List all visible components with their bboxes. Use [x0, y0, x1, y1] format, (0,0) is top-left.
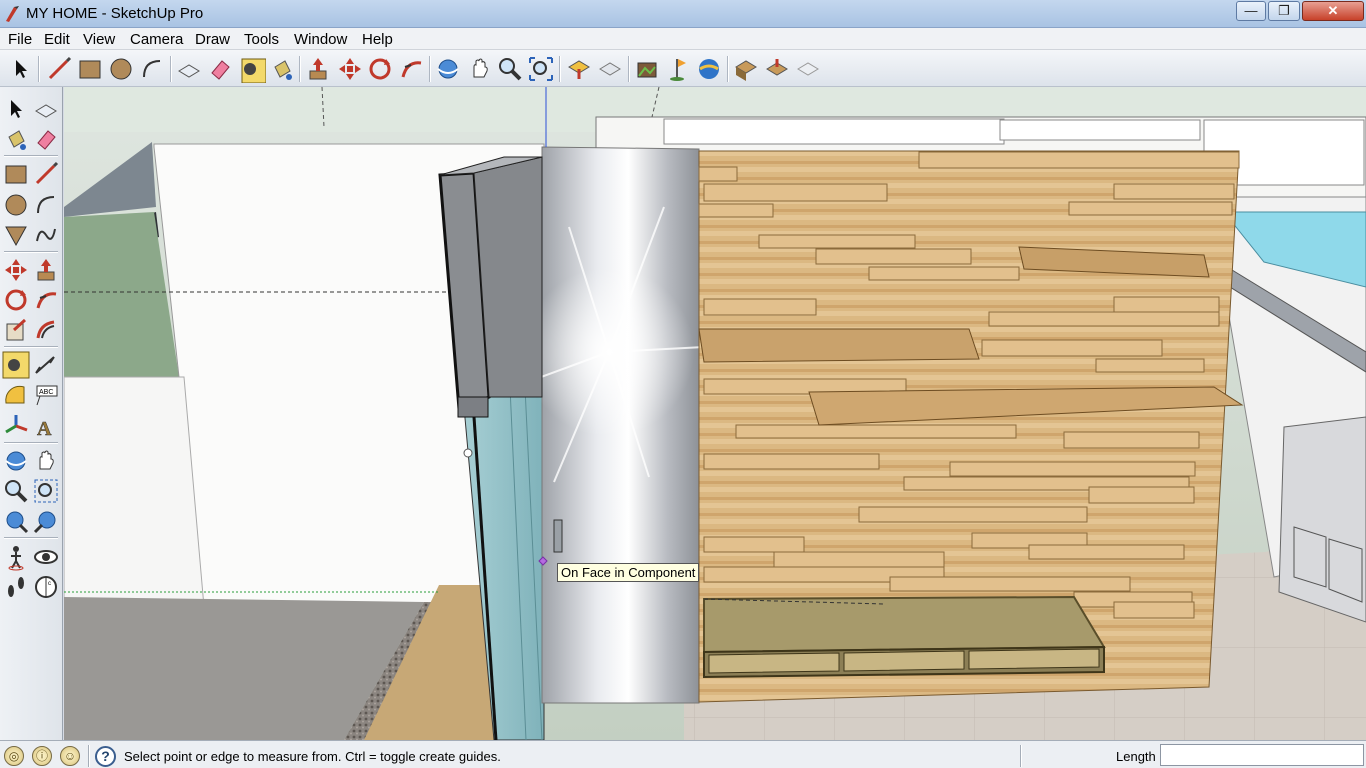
- svg-text:ABC: ABC: [39, 389, 53, 396]
- main-toolbar: [0, 50, 1366, 87]
- axes-icon[interactable]: [2, 412, 30, 440]
- tape-measure-icon[interactable]: [238, 55, 267, 84]
- rectangle-icon[interactable]: [76, 55, 104, 83]
- inference-tooltip: On Face in Component: [557, 563, 700, 582]
- select-icon[interactable]: [7, 55, 35, 83]
- line-icon[interactable]: [45, 55, 73, 83]
- menu-file[interactable]: File: [8, 31, 32, 48]
- make-component-icon[interactable]: [175, 55, 203, 83]
- 3d-text-icon[interactable]: A: [32, 412, 60, 441]
- components-icon[interactable]: [732, 55, 760, 83]
- section-plane-icon[interactable]: c: [32, 573, 60, 601]
- rotate-icon[interactable]: [2, 286, 30, 314]
- look-around-icon[interactable]: [32, 543, 60, 571]
- menu-bar: File Edit View Camera Draw Tools Window …: [0, 28, 1366, 50]
- freehand-icon[interactable]: [32, 221, 60, 249]
- eraser-icon[interactable]: [32, 125, 60, 153]
- status-message: Select point or edge to measure from. Ct…: [124, 749, 501, 764]
- rotate-icon[interactable]: [366, 55, 394, 83]
- share-model-icon[interactable]: [596, 55, 624, 83]
- offset-icon[interactable]: [32, 316, 60, 344]
- zoom-icon[interactable]: [2, 477, 30, 505]
- tape-measure-icon[interactable]: [2, 351, 30, 379]
- measurements-label: Length: [1116, 749, 1156, 764]
- push-pull-icon[interactable]: [32, 256, 60, 284]
- menu-draw[interactable]: Draw: [195, 31, 230, 48]
- zoom-window-icon[interactable]: [32, 477, 60, 505]
- menu-window[interactable]: Window: [294, 31, 347, 48]
- window-title: MY HOME - SketchUp Pro: [26, 5, 204, 22]
- position-camera-icon[interactable]: [2, 543, 30, 571]
- credits-icon[interactable]: ⓘ: [32, 746, 52, 766]
- line-icon[interactable]: [32, 160, 60, 188]
- title-bar: MY HOME - SketchUp Pro — ❐ ✕: [0, 0, 1366, 28]
- previous-view-icon[interactable]: [32, 507, 60, 535]
- zoom-icon[interactable]: [496, 55, 524, 83]
- zoom-extents-icon[interactable]: [527, 55, 555, 83]
- add-location-icon[interactable]: [664, 55, 692, 83]
- polygon-icon[interactable]: [2, 221, 30, 249]
- circle-icon[interactable]: [107, 55, 135, 83]
- rectangle-icon[interactable]: [2, 160, 30, 188]
- extension-warehouse-icon[interactable]: [794, 55, 822, 83]
- geo-location-icon[interactable]: ◎: [4, 746, 24, 766]
- pan-icon[interactable]: [32, 447, 60, 475]
- user-icon[interactable]: ☺: [60, 746, 80, 766]
- help-icon[interactable]: ?: [95, 746, 116, 767]
- move-icon[interactable]: [2, 256, 30, 284]
- eraser-icon[interactable]: [206, 55, 234, 83]
- svg-text:c: c: [48, 581, 51, 587]
- menu-tools[interactable]: Tools: [244, 31, 279, 48]
- zoom-extents-icon[interactable]: [2, 507, 30, 535]
- make-component-icon[interactable]: [32, 95, 60, 123]
- measurements-input[interactable]: [1160, 744, 1364, 766]
- modeling-viewport[interactable]: On Face in Component: [64, 87, 1366, 740]
- get-models-icon[interactable]: [565, 55, 593, 83]
- arc-icon[interactable]: [138, 55, 166, 83]
- status-bar: ◎ ⓘ ☺ ? Select point or edge to measure …: [0, 740, 1366, 768]
- walk-icon[interactable]: [2, 573, 30, 601]
- google-earth-icon[interactable]: [695, 55, 723, 83]
- menu-camera[interactable]: Camera: [130, 31, 183, 48]
- close-button[interactable]: ✕: [1302, 1, 1364, 21]
- move-icon[interactable]: [336, 55, 364, 83]
- text-icon[interactable]: ABC: [32, 381, 60, 409]
- push-pull-icon[interactable]: [304, 55, 332, 83]
- share-component-icon[interactable]: [763, 55, 791, 83]
- dimension-icon[interactable]: [32, 351, 60, 379]
- arc-icon[interactable]: [32, 191, 60, 219]
- sketchup-logo-icon: [6, 6, 19, 22]
- sketchup-window: MY HOME - SketchUp Pro — ❐ ✕ File Edit V…: [0, 0, 1366, 768]
- maximize-button[interactable]: ❐: [1268, 1, 1300, 21]
- orbit-icon[interactable]: [434, 55, 462, 83]
- protractor-icon[interactable]: [2, 381, 30, 409]
- paint-bucket-icon[interactable]: [268, 55, 296, 83]
- menu-view[interactable]: View: [83, 31, 115, 48]
- scale-icon[interactable]: [2, 316, 30, 344]
- follow-me-icon[interactable]: [32, 286, 60, 314]
- minimize-button[interactable]: —: [1236, 1, 1266, 21]
- select-icon[interactable]: [2, 95, 30, 123]
- menu-edit[interactable]: Edit: [44, 31, 70, 48]
- model-scene: [64, 87, 1366, 740]
- pan-icon[interactable]: [466, 55, 494, 83]
- menu-help[interactable]: Help: [362, 31, 393, 48]
- circle-icon[interactable]: [2, 191, 30, 219]
- follow-me-icon[interactable]: [397, 55, 425, 83]
- svg-text:A: A: [37, 418, 52, 440]
- paint-bucket-icon[interactable]: [2, 125, 30, 153]
- orbit-icon[interactable]: [2, 447, 30, 475]
- large-tool-set: ABC A c: [0, 87, 63, 740]
- get-photo-texture-icon[interactable]: [633, 55, 661, 83]
